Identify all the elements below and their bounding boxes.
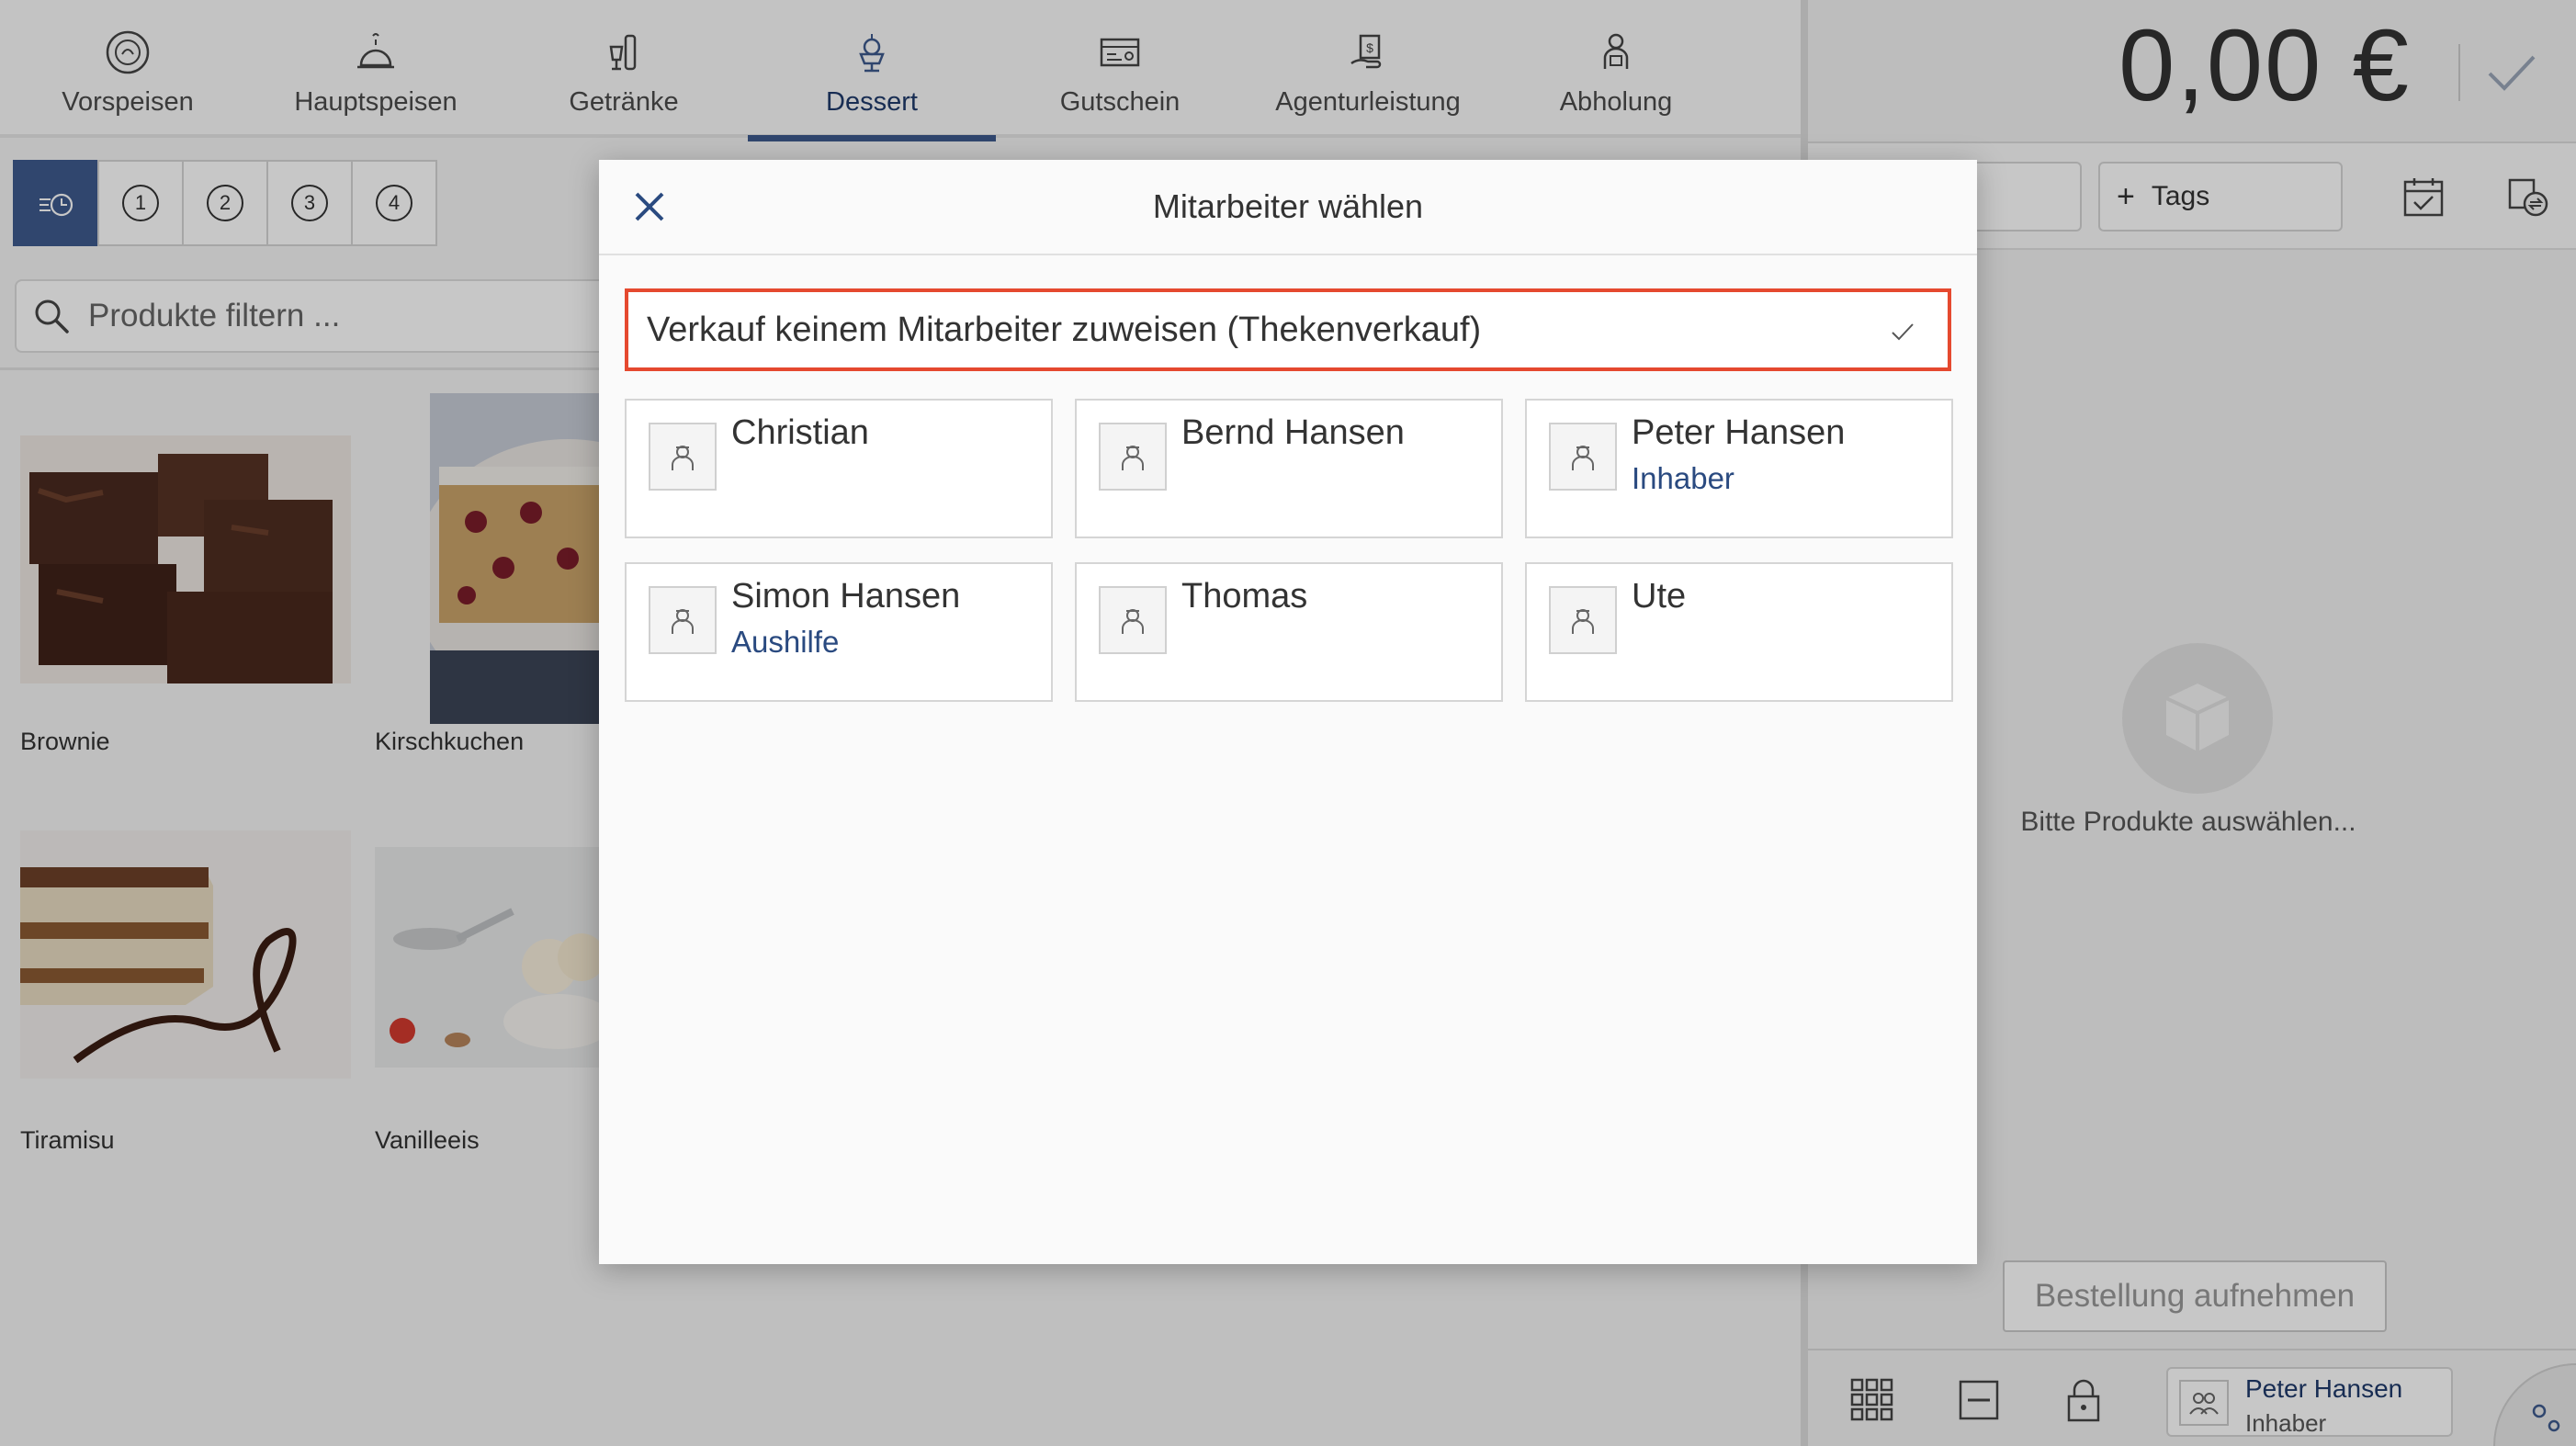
- employee-name: Simon Hansen: [731, 577, 961, 616]
- employee-name: Christian: [731, 413, 869, 452]
- employee-card[interactable]: Ute: [1525, 562, 1953, 702]
- employee-avatar-icon: [1099, 586, 1167, 654]
- employee-card[interactable]: Christian: [625, 399, 1053, 538]
- dialog-title: Mitarbeiter wählen: [1152, 187, 1424, 225]
- employee-name: Thomas: [1181, 577, 1308, 616]
- no-employee-label: Verkauf keinem Mitarbeiter zuweisen (The…: [647, 310, 1482, 349]
- employee-avatar-icon: [1549, 586, 1617, 654]
- employee-card[interactable]: Simon Hansen Aushilfe: [625, 562, 1053, 702]
- employee-role: Inhaber: [1632, 461, 1734, 495]
- employee-name: Peter Hansen: [1632, 413, 1846, 452]
- employee-name: Bernd Hansen: [1181, 413, 1405, 452]
- no-employee-option[interactable]: Verkauf keinem Mitarbeiter zuweisen (The…: [625, 288, 1951, 371]
- dialog-header: Mitarbeiter wählen: [599, 160, 1977, 255]
- employee-card[interactable]: Thomas: [1075, 562, 1503, 702]
- select-employee-dialog: Mitarbeiter wählen Verkauf keinem Mitarb…: [599, 160, 1977, 1264]
- employee-avatar-icon: [1549, 423, 1617, 491]
- employee-avatar-icon: [649, 423, 717, 491]
- employee-name: Ute: [1632, 577, 1687, 616]
- employee-card[interactable]: Bernd Hansen: [1075, 399, 1503, 538]
- employee-role: Aushilfe: [731, 625, 840, 659]
- employee-card[interactable]: Peter Hansen Inhaber: [1525, 399, 1953, 538]
- check-icon: [1892, 323, 1914, 341]
- employee-avatar-icon: [649, 586, 717, 654]
- employee-avatar-icon: [1099, 423, 1167, 491]
